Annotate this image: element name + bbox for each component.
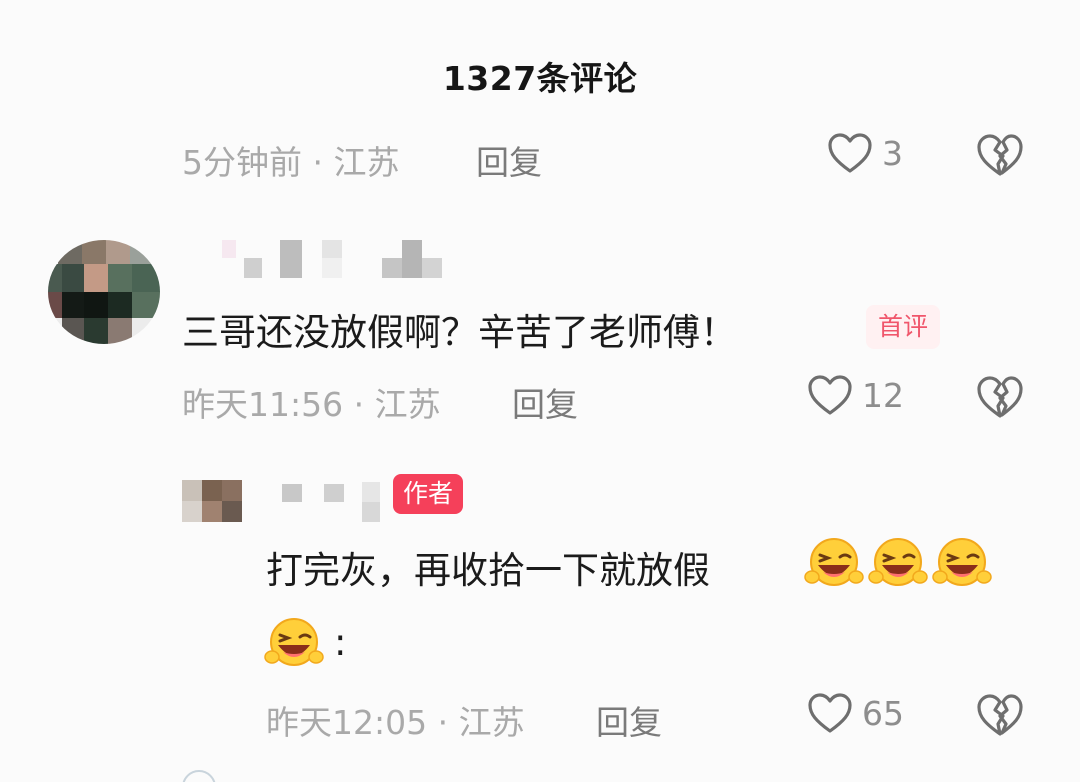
comment-count-title: 1327条评论 [442,59,638,98]
reply-button[interactable]: 回复 [476,136,542,184]
grinning-squint-emoji [868,536,928,588]
comment-meta: 昨天11:56 · 江苏 [182,385,441,424]
heart-outline-icon [806,372,854,418]
reply-meta: 昨天12:05 · 江苏 [266,703,525,742]
comment-text: 三哥还没放假啊？辛苦了老师傅！ [182,311,737,354]
like-count: 12 [862,375,904,415]
reply-text-suffix: : [334,620,347,664]
first-comment-badge: 首评 [866,305,941,349]
like-button[interactable]: 12 [806,372,904,418]
grinning-squint-emoji [804,536,864,588]
avatar[interactable] [48,240,160,344]
next-comment-avatar-partial [182,770,216,782]
dislike-button[interactable] [975,132,1025,178]
username-blurred[interactable] [222,240,452,284]
dislike-button[interactable] [975,692,1025,738]
like-count: 65 [862,693,904,733]
reply-text: 打完灰，再收拾一下就放假 [266,549,710,592]
like-button[interactable]: 3 [826,130,903,176]
reply-button[interactable]: 回复 [512,378,578,426]
comment-meta: 5分钟前 · 江苏 [182,143,400,182]
like-button[interactable]: 65 [806,690,904,736]
heart-outline-icon [806,690,854,736]
broken-heart-icon [975,692,1025,738]
reply-avatar[interactable] [182,480,242,522]
reply-button[interactable]: 回复 [596,696,662,744]
comments-panel: 1327条评论 5分钟前 · 江苏 回复 3 三哥还没放假啊？辛苦了老师傅！ 首… [0,0,1080,782]
like-count: 3 [882,133,903,173]
grinning-squint-emoji [932,536,992,588]
heart-outline-icon [826,130,874,176]
dislike-button[interactable] [975,374,1025,420]
author-badge: 作者 [393,474,464,514]
reply-text-line1: 打完灰，再收拾一下就放假 [266,540,710,594]
reply-text-line2: : [264,616,346,668]
emoji-group-line1 [804,536,992,588]
reply-username-blurred[interactable] [282,482,382,524]
grinning-squint-emoji [264,616,324,668]
broken-heart-icon [975,374,1025,420]
broken-heart-icon [975,132,1025,178]
